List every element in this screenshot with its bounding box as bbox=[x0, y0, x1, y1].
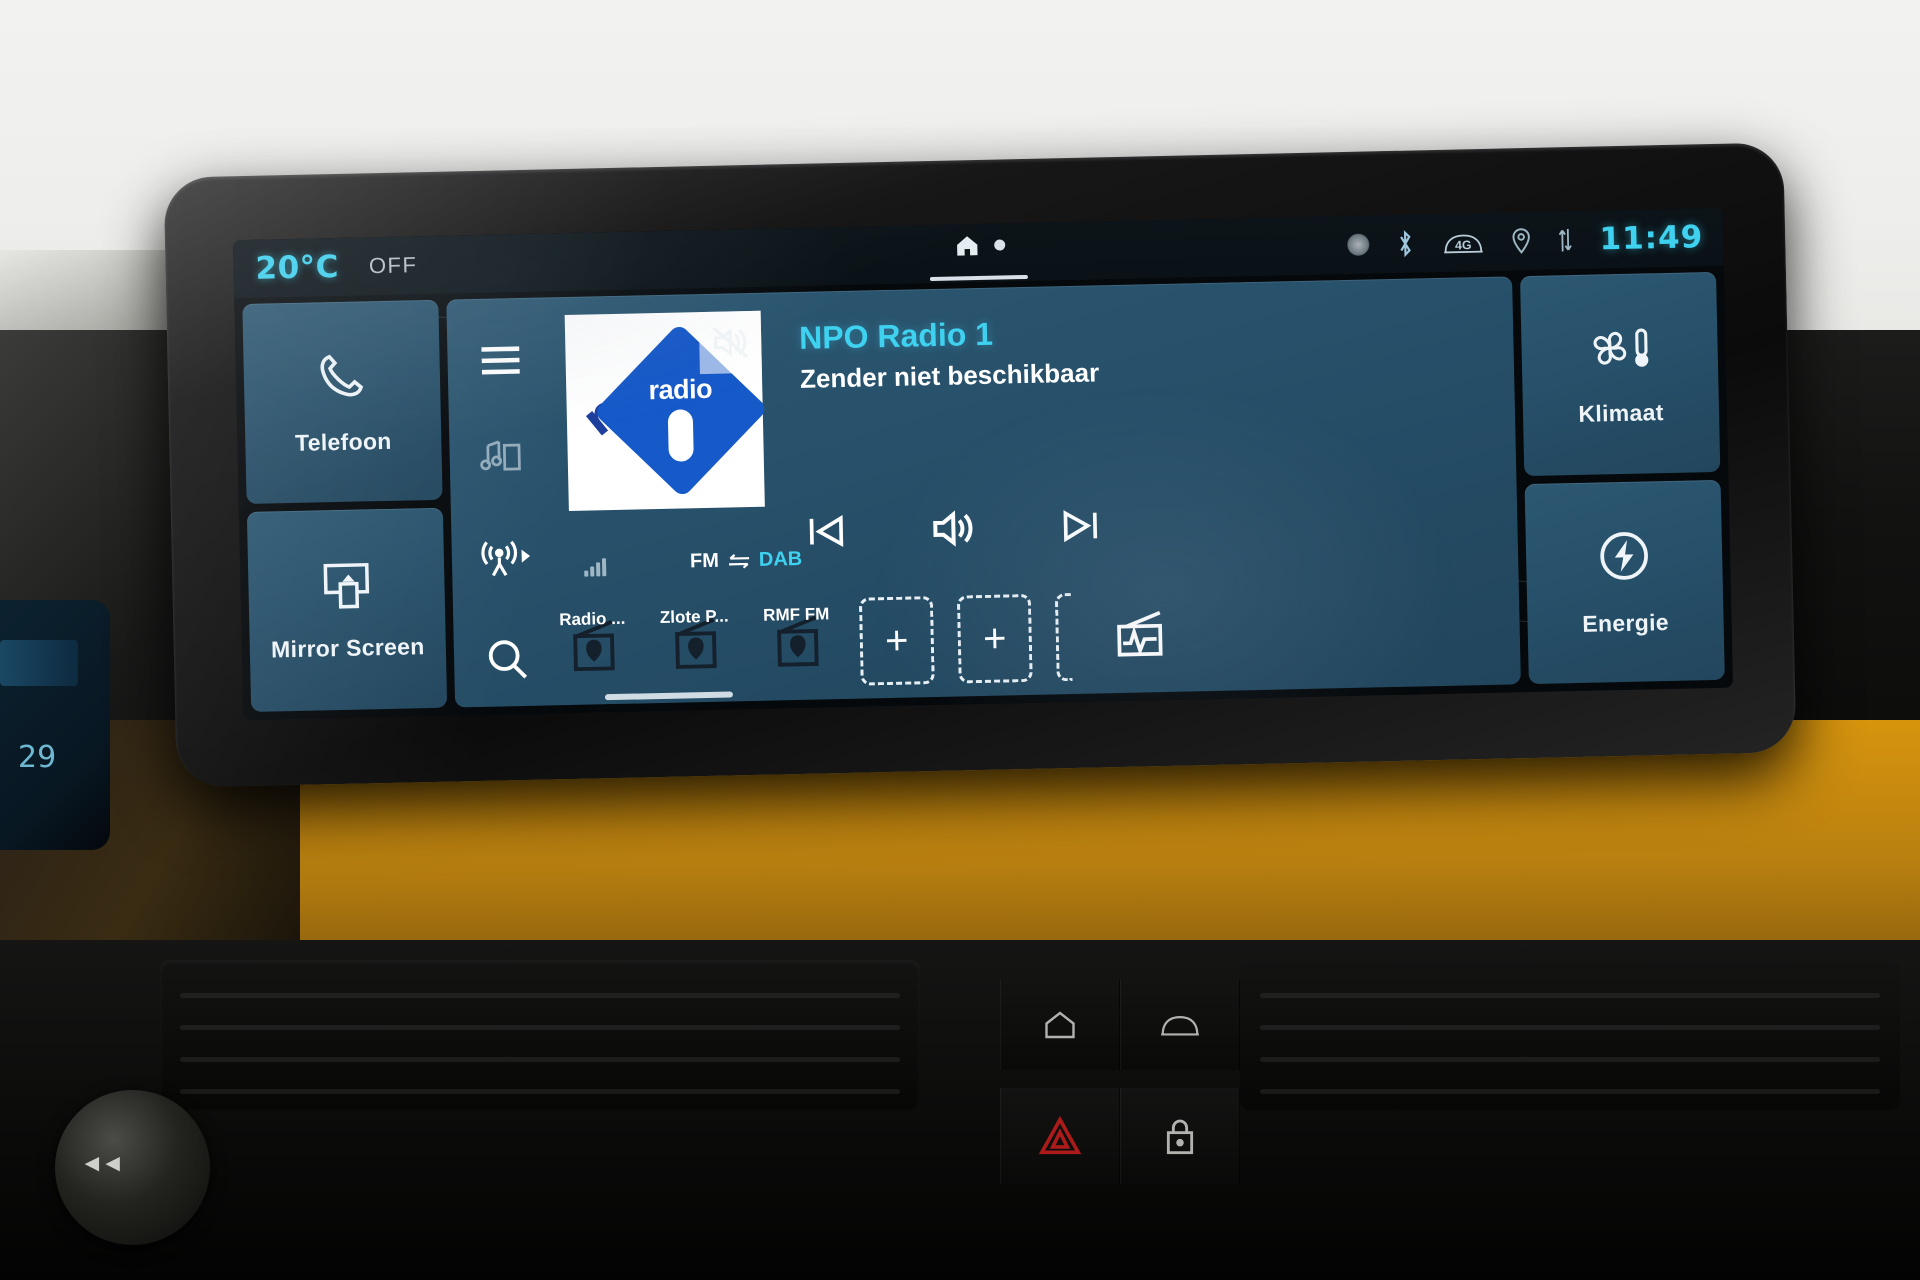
home-screen-body: Telefoon Mirror Screen radio NPO Radio 1… bbox=[234, 266, 1733, 720]
photo-scene: 29 ◄◄ 20°C OFF 4G 11:49 Telefoon Mirror … bbox=[0, 0, 1920, 1280]
media-source-icon bbox=[480, 440, 521, 471]
lock-icon bbox=[1166, 1119, 1194, 1155]
tile-mirror-screen[interactable]: Mirror Screen bbox=[246, 507, 448, 712]
preset-label: Zlote P... bbox=[659, 606, 729, 628]
fan-thermometer-icon bbox=[1593, 328, 1649, 367]
home-hw-button[interactable] bbox=[1000, 980, 1120, 1070]
vent-slit bbox=[1260, 993, 1880, 998]
band-switch[interactable]: FM DAB bbox=[690, 548, 803, 573]
logo-number-one bbox=[667, 409, 694, 462]
hazard-hw-button[interactable] bbox=[1000, 1088, 1120, 1184]
status-icons: 4G 11:49 bbox=[1347, 208, 1704, 274]
data-transfer-icon bbox=[1559, 228, 1573, 252]
station-name: NPO Radio 1 bbox=[798, 315, 994, 356]
network-label: 4G bbox=[1455, 238, 1472, 252]
band-alternate: DAB bbox=[758, 547, 803, 571]
vent-slit bbox=[180, 1057, 900, 1062]
next-track-button[interactable] bbox=[1057, 503, 1104, 548]
station-status: Zender niet beschikbaar bbox=[799, 357, 1100, 394]
tile-telefoon[interactable]: Telefoon bbox=[242, 299, 443, 505]
previous-track-button[interactable] bbox=[803, 509, 850, 554]
mute-indicator[interactable] bbox=[698, 310, 762, 375]
console-vent-right bbox=[1240, 960, 1900, 1110]
hazard-triangle-icon bbox=[1038, 1116, 1082, 1155]
tile-label: Klimaat bbox=[1578, 398, 1664, 427]
speaker-icon bbox=[933, 510, 973, 547]
ambient-light-icon bbox=[1347, 233, 1370, 256]
left-tile-column: Telefoon Mirror Screen bbox=[242, 299, 448, 712]
album-art[interactable]: npo radio bbox=[564, 310, 769, 511]
instrument-cluster bbox=[0, 600, 110, 850]
logo-radio-text: radio bbox=[648, 373, 713, 406]
tile-label: Energie bbox=[1582, 608, 1670, 637]
vent-slit bbox=[1260, 1089, 1880, 1094]
right-tile-column: Klimaat Energie bbox=[1520, 271, 1725, 685]
lock-hw-button[interactable] bbox=[1120, 1088, 1240, 1184]
radio-tuner-icon bbox=[1117, 610, 1163, 657]
clock: 11:49 bbox=[1599, 219, 1704, 258]
vent-slit bbox=[180, 1025, 900, 1030]
media-rail bbox=[465, 312, 544, 707]
radio-source-button[interactable] bbox=[476, 504, 534, 613]
menu-button[interactable] bbox=[477, 312, 525, 409]
add-preset-partial[interactable] bbox=[1054, 593, 1073, 682]
search-button[interactable] bbox=[483, 612, 531, 707]
band-current: FM bbox=[689, 549, 720, 573]
cluster-value: 29 bbox=[18, 740, 57, 775]
vent-slit bbox=[180, 993, 900, 998]
media-panel: npo radio NPO bbox=[446, 276, 1521, 708]
add-preset-button[interactable]: + bbox=[858, 596, 935, 686]
console-vent-left bbox=[160, 960, 920, 1110]
page-dot bbox=[993, 239, 1005, 251]
signal-strength bbox=[584, 550, 607, 577]
screen-mirror-icon bbox=[323, 562, 370, 609]
bluetooth-icon[interactable] bbox=[1395, 228, 1416, 258]
vent-slit bbox=[180, 1089, 900, 1094]
cluster-gauge bbox=[0, 640, 78, 686]
home-icon bbox=[956, 236, 978, 256]
preset-label: RMF FM bbox=[762, 604, 830, 625]
skip-next-icon bbox=[1063, 510, 1098, 543]
home-underline bbox=[929, 274, 1028, 282]
energy-bolt-icon bbox=[1600, 531, 1648, 580]
rewind-icon: ◄◄ bbox=[80, 1150, 124, 1177]
vent-slit bbox=[1260, 1025, 1880, 1030]
phone-icon bbox=[320, 354, 364, 396]
add-preset-button[interactable]: + bbox=[956, 593, 1033, 684]
tile-label: Telefoon bbox=[294, 427, 392, 456]
transport-controls bbox=[803, 503, 1104, 554]
preset-row: Radio ... Zlote P... RMF FM + + bbox=[553, 579, 1205, 703]
tile-label: Mirror Screen bbox=[270, 632, 425, 663]
menu-icon bbox=[481, 346, 520, 375]
search-icon bbox=[488, 640, 528, 679]
radio-broadcast-icon bbox=[481, 540, 531, 577]
vent-slit bbox=[1260, 1057, 1880, 1062]
tuner-button[interactable] bbox=[1109, 607, 1170, 664]
volume-button[interactable] bbox=[929, 506, 978, 551]
preset-item[interactable]: Zlote P... bbox=[655, 607, 734, 678]
tile-energie[interactable]: Energie bbox=[1524, 479, 1725, 685]
tile-klimaat[interactable]: Klimaat bbox=[1520, 271, 1721, 477]
car-icon bbox=[1161, 1016, 1199, 1036]
home-icon bbox=[1045, 1011, 1075, 1039]
car-connectivity-icon[interactable]: 4G bbox=[1441, 227, 1486, 258]
volume-knob[interactable]: ◄◄ bbox=[55, 1090, 210, 1245]
preset-item[interactable]: RMF FM bbox=[757, 604, 836, 676]
infotainment-head-unit: 20°C OFF 4G 11:49 Telefoon Mirror Screen… bbox=[163, 142, 1797, 788]
infotainment-screen: 20°C OFF 4G 11:49 Telefoon Mirror Screen… bbox=[232, 207, 1734, 721]
location-pin-icon bbox=[1512, 228, 1531, 254]
swap-arrows-icon bbox=[728, 553, 749, 569]
preset-label: Radio ... bbox=[559, 608, 626, 630]
vehicle-hw-button[interactable] bbox=[1120, 980, 1240, 1070]
skip-previous-icon bbox=[809, 514, 844, 548]
media-source-button[interactable] bbox=[479, 408, 527, 505]
mute-icon bbox=[712, 326, 749, 359]
preset-item[interactable]: Radio ... bbox=[553, 609, 632, 681]
